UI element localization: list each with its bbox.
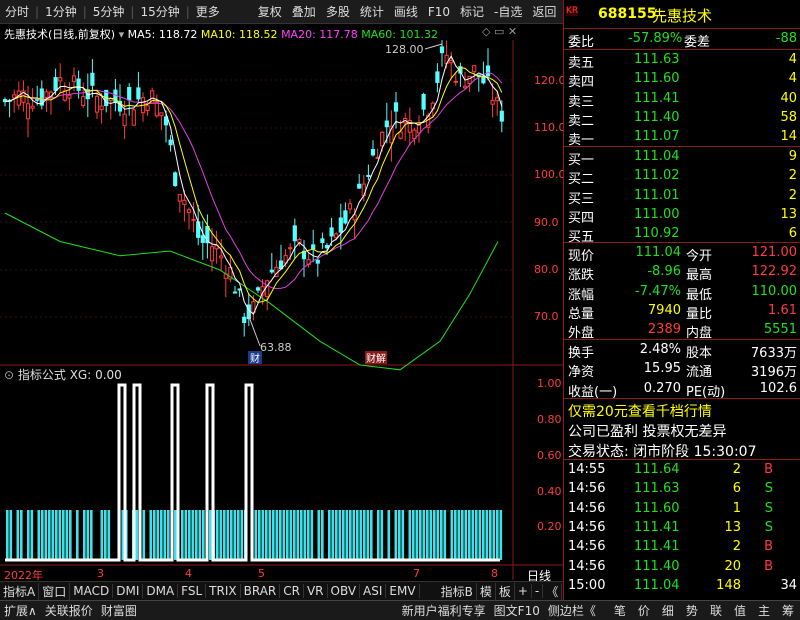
expand-button[interactable]: 扩展∧ xyxy=(0,602,41,619)
ma60-line xyxy=(4,212,499,371)
tab-template[interactable]: 模 xyxy=(477,582,496,600)
quote-row: 买一 111.04 9 xyxy=(568,149,797,168)
quote-row: 换手 2.48% 股本 7633万 xyxy=(568,342,797,361)
tab-cr[interactable]: CR xyxy=(280,584,304,598)
stock-code: 688155 xyxy=(598,6,657,22)
tab-window[interactable]: 窗口 xyxy=(39,582,71,600)
company-notice: 公司已盈利 投票权无差异 xyxy=(568,424,727,440)
quote-row: 净资 15.95 流通 3196万 xyxy=(568,361,797,381)
quote-row: 14:56 111.40 20 B xyxy=(568,558,773,574)
tab-5min[interactable]: 5分钟 xyxy=(88,3,130,20)
nav-bi[interactable]: 笔 xyxy=(608,602,632,619)
quote-row: 卖三 111.41 40 xyxy=(568,90,797,110)
promo-link[interactable]: 仅需20元查看千档行情 xyxy=(564,400,800,420)
quote-row: 卖五 111.63 4 xyxy=(568,52,797,71)
quote-row: 买二 111.02 2 xyxy=(568,168,797,188)
sidebar-toggle[interactable]: 侧边栏《 xyxy=(544,602,600,619)
bottom-bar: 扩展∧ 关联报价 财富圈 新用户福利专享 图文F10 侧边栏《 笔 价 细 势 … xyxy=(0,600,800,620)
indicator-tabs: 指标A 窗口 MACD DMI DMA FSL TRIX BRAR CR VR … xyxy=(0,581,563,600)
tab-dmi[interactable]: DMI xyxy=(113,584,144,598)
quote-row: 14:56 111.41 2 B xyxy=(568,539,773,555)
quote-row: 14:56 111.60 1 S xyxy=(568,500,773,516)
nav-jia[interactable]: 价 xyxy=(632,602,656,619)
tab-trix[interactable]: TRIX xyxy=(206,584,241,598)
tab-asi[interactable]: ASI xyxy=(360,584,387,598)
quote-row: 总量 7940 量比 1.61 xyxy=(568,302,797,322)
indicator-bars xyxy=(6,510,503,560)
tab-fenshi[interactable]: 分时 xyxy=(0,3,34,20)
quote-row: 买四 111.00 13 xyxy=(568,206,797,226)
quote-row: 14:56 111.41 13 S xyxy=(568,519,773,535)
multi-stock-button[interactable]: 多股 xyxy=(321,3,355,20)
quote-panel: KR 688155 先惠技术 委比 -57.89% 委差 -88 卖五 111.6… xyxy=(563,0,800,600)
back-button[interactable]: 返回 xyxy=(527,3,561,20)
finance-unlock-tag[interactable]: 财解 xyxy=(366,352,386,365)
tab-dma[interactable]: DMA xyxy=(143,584,179,598)
dropdown-icon[interactable]: ⊙ xyxy=(4,368,14,382)
wealth-circle-button[interactable]: 财富圈 xyxy=(97,602,141,619)
mark-button[interactable]: 标记 xyxy=(455,3,489,20)
quote-row: 卖四 111.60 4 xyxy=(568,71,797,91)
new-user-benefit-link[interactable]: 新用户福利专享 xyxy=(398,602,490,619)
ma10-line xyxy=(4,67,503,304)
add-window-button[interactable]: + xyxy=(515,584,532,598)
kr-badge: KR xyxy=(566,6,579,16)
nav-zhi[interactable]: 值 xyxy=(728,602,752,619)
related-quotes-button[interactable]: 关联报价 xyxy=(41,602,97,619)
quote-row: 涨跌 -8.96 最高 122.92 xyxy=(568,264,797,284)
low-marker: 63.88 xyxy=(260,341,292,354)
remove-window-button[interactable]: - xyxy=(532,584,544,598)
tab-board[interactable]: 板 xyxy=(496,582,515,600)
nav-chou[interactable]: 筹 xyxy=(776,602,800,619)
quote-row: 收益(一) 0.270 PE(动) 102.6 xyxy=(568,380,797,400)
nav-shi[interactable]: 势 xyxy=(680,602,704,619)
tab-macd[interactable]: MACD xyxy=(70,584,114,598)
tab-indicator-b[interactable]: 指标B xyxy=(438,582,477,600)
tab-fsl[interactable]: FSL xyxy=(178,584,207,598)
kline-chart[interactable]: 128.00 63.88 财 财解 xyxy=(0,40,563,580)
tab-obv[interactable]: OBV xyxy=(328,584,361,598)
period-toolbar: 分时 | 1分钟 | 5分钟 | 15分钟 | 更多 复权 叠加 多股 统计 画线 F1… xyxy=(0,0,563,24)
f10-button[interactable]: F10 xyxy=(423,5,455,19)
nav-lian[interactable]: 联 xyxy=(704,602,728,619)
quote-row: 卖二 111.40 58 xyxy=(568,109,797,129)
ma20-line xyxy=(4,71,503,290)
tab-emv[interactable]: EMV xyxy=(386,584,420,598)
nav-xi[interactable]: 细 xyxy=(656,602,680,619)
quote-row: 14:56 111.63 6 S xyxy=(568,481,773,497)
quote-row: 涨幅 -7.47% 最低 110.00 xyxy=(568,283,797,303)
draw-line-button[interactable]: 画线 xyxy=(389,3,423,20)
indicator-title[interactable]: ⊙ 指标公式 XG: 0.00 xyxy=(4,366,122,383)
stats-button[interactable]: 统计 xyxy=(355,3,389,20)
chart-controls[interactable]: ◇ ▭ ✕ xyxy=(482,25,517,38)
overlay-button[interactable]: 叠加 xyxy=(287,3,321,20)
quote-row: 14:55 111.64 2 B xyxy=(568,462,773,477)
tab-more[interactable]: 更多 xyxy=(191,3,225,20)
trade-status: 交易状态: 闭市阶段 15:30:07 xyxy=(568,444,757,460)
stock-name-right: 先惠技术 xyxy=(652,7,713,25)
finance-tag[interactable]: 财 xyxy=(250,352,260,365)
quote-row: 15:00 111.04 148 34 xyxy=(568,577,797,593)
fuquan-button[interactable]: 复权 xyxy=(253,3,287,20)
tab-indicator-a[interactable]: 指标A xyxy=(0,582,40,600)
nav-zhu[interactable]: 主 xyxy=(752,602,776,619)
collapse-button[interactable]: 《 xyxy=(543,582,563,600)
quote-row: 现价 111.04 今开 121.00 xyxy=(568,245,797,264)
quote-row: 卖一 111.07 14 xyxy=(568,129,797,149)
tab-vr[interactable]: VR xyxy=(304,584,328,598)
quote-row: 外盘 2389 内盘 5551 xyxy=(568,322,797,342)
f10-graphic-button[interactable]: 图文F10 xyxy=(490,602,544,619)
xg-signal-line xyxy=(5,383,500,562)
weibi-row: 委比 -57.89% 委差 -88 xyxy=(568,31,797,50)
tab-brar[interactable]: BRAR xyxy=(241,584,281,598)
quote-row: 买三 111.01 2 xyxy=(568,187,797,207)
tab-1min[interactable]: 1分钟 xyxy=(40,3,82,20)
watchlist-remove-button[interactable]: -自选 xyxy=(489,3,527,20)
high-marker: 128.00 xyxy=(385,43,424,56)
stock-header: KR 688155 先惠技术 xyxy=(564,4,800,26)
tab-15min[interactable]: 15分钟 xyxy=(135,3,184,20)
